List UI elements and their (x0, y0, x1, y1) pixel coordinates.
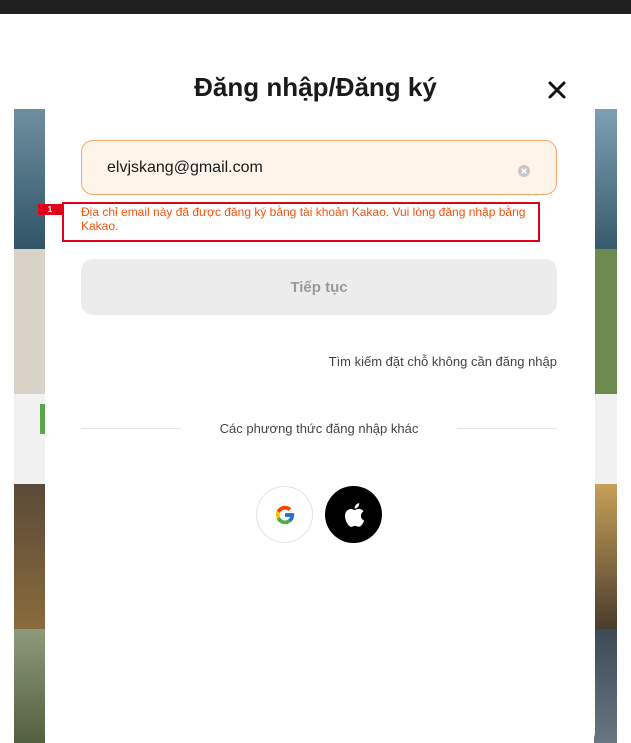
google-icon (275, 505, 294, 524)
error-message: Địa chỉ email này đã được đăng ký bằng t… (81, 205, 526, 233)
apple-login-button[interactable] (325, 486, 382, 543)
apple-icon (344, 502, 364, 527)
top-bar (0, 0, 631, 14)
background-image-right (594, 14, 617, 743)
email-field[interactable]: elvjskang@gmail.com (81, 140, 557, 195)
continue-button[interactable]: Tiếp tục (81, 259, 557, 315)
modal-title: Đăng nhập/Đăng ký (194, 72, 437, 102)
annotation-badge: 1 (38, 204, 62, 215)
other-methods-label: Các phương thức đăng nhập khác (219, 421, 419, 436)
clear-input-button[interactable] (518, 165, 530, 177)
guest-booking-link[interactable]: Tìm kiếm đặt chỗ không cần đăng nhập (329, 354, 557, 369)
divider-left (81, 428, 181, 429)
clear-icon (521, 168, 527, 174)
close-button[interactable] (541, 74, 573, 106)
google-login-button[interactable] (256, 486, 313, 543)
divider-right (457, 428, 557, 429)
close-icon (548, 81, 566, 99)
background-image-left (14, 14, 45, 743)
email-value: elvjskang@gmail.com (107, 159, 263, 176)
